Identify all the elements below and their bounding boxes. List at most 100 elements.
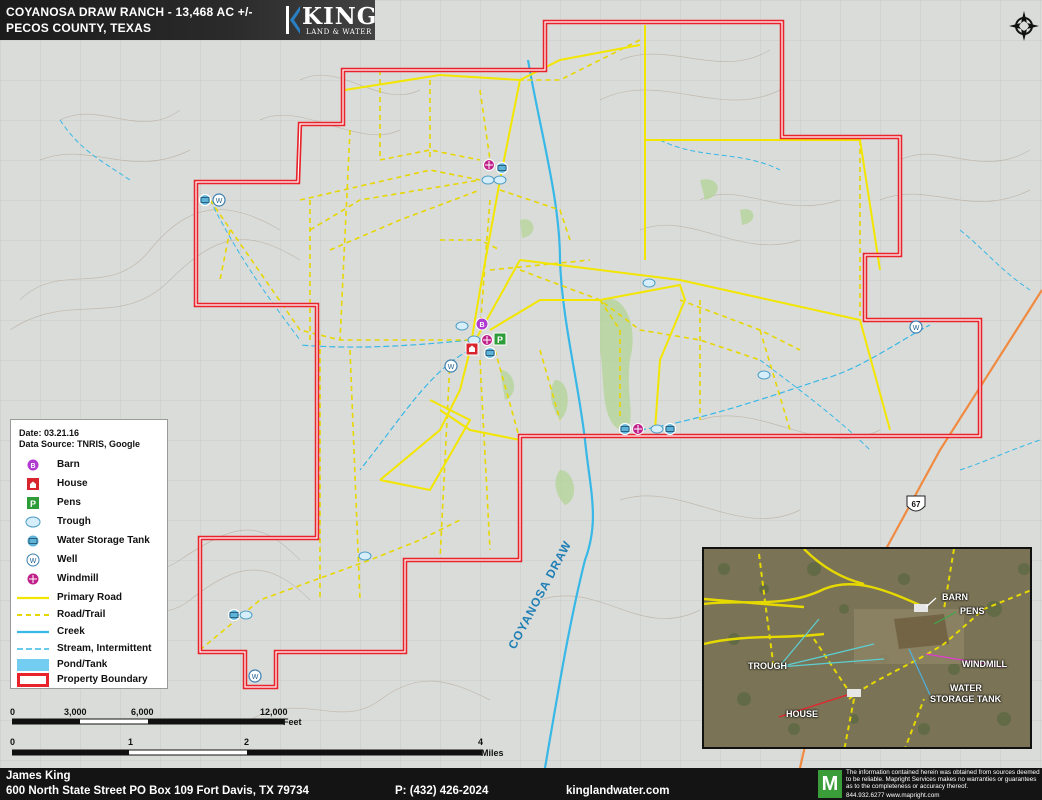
- legend-label: Primary Road: [57, 592, 123, 603]
- legend-item-pond-tank: Pond/Tank: [17, 657, 167, 673]
- title-bar: COYANOSA DRAW RANCH - 13,468 AC +/- PECO…: [0, 0, 376, 40]
- scale-miles-tick-3: 4: [478, 737, 484, 747]
- scale-miles-unit: Miles: [481, 748, 504, 758]
- legend-date: Date: 03.21.16: [19, 428, 80, 438]
- legend-item-stream-intermittent: Stream, Intermittent: [17, 641, 167, 657]
- house-icon: [27, 478, 39, 490]
- legend-item-property-boundary: Property Boundary: [17, 672, 167, 688]
- website-link[interactable]: kinglandwater.com: [566, 785, 670, 797]
- inset-label-barn: BARN: [942, 592, 968, 602]
- water-storage-tank-icon[interactable]: [227, 608, 241, 622]
- svg-text:W: W: [252, 674, 259, 681]
- disclaimer-text: The information contained herein was obt…: [846, 769, 1040, 791]
- inset-label-house: HOUSE: [786, 709, 819, 719]
- water-storage-tank-icon[interactable]: [198, 193, 212, 207]
- mapright-contact: 844.932.6277 www.mapright.com: [846, 792, 940, 799]
- water-storage-tank-icon[interactable]: [663, 422, 677, 436]
- svg-text:P: P: [30, 499, 36, 509]
- svg-text:B: B: [30, 463, 35, 470]
- legend-label: Water Storage Tank: [57, 535, 150, 546]
- stream-intermittent-line: [17, 648, 49, 650]
- water-storage-tank-icon: [26, 534, 40, 548]
- inset-label-windmill: WINDMILL: [962, 659, 1007, 669]
- inset-label-pens: PENS: [960, 606, 985, 616]
- water-storage-tank-icon[interactable]: [483, 346, 497, 360]
- scale-feet-unit: Feet: [283, 717, 302, 727]
- pens-icon[interactable]: P: [493, 332, 507, 346]
- inset-label-trough: TROUGH: [748, 661, 787, 671]
- trough-icon[interactable]: [239, 610, 253, 620]
- highway-shield-number: 67: [912, 500, 921, 509]
- agent-name: James King: [6, 770, 71, 782]
- scale-feet-tick-3: 12,000: [260, 707, 288, 717]
- legend-item-house: House: [17, 476, 167, 492]
- map-legend: Date: 03.21.16 Data Source: TNRIS, Googl…: [10, 419, 168, 689]
- scale-feet-tick-1: 3,000: [64, 707, 87, 717]
- trough-icon[interactable]: [757, 370, 771, 380]
- well-icon[interactable]: W: [212, 193, 226, 207]
- inset-label-storage-tank: STORAGE TANK: [930, 694, 1002, 704]
- svg-text:B: B: [479, 322, 484, 329]
- scale-miles-tick-2: 2: [244, 737, 250, 747]
- mapright-logo-icon: M: [818, 770, 842, 798]
- brand-name: KING: [302, 3, 378, 30]
- windmill-icon[interactable]: [483, 159, 495, 171]
- compass-north-arrow-icon: [1009, 11, 1039, 41]
- legend-item-primary-road: Primary Road: [17, 590, 167, 606]
- primary-road-line: [17, 596, 49, 600]
- legend-label: Pond/Tank: [57, 659, 108, 670]
- well-icon[interactable]: W: [909, 320, 923, 334]
- inset-aerial-view[interactable]: BARN PENS WINDMILL TROUGH WATER STORAGE …: [702, 547, 1032, 749]
- king-land-water-logo: KING LAND & WATER: [282, 3, 376, 37]
- svg-text:W: W: [913, 325, 920, 332]
- legend-item-road-trail: Road/Trail: [17, 607, 167, 623]
- well-icon[interactable]: W: [444, 359, 458, 373]
- trough-icon[interactable]: [493, 175, 507, 185]
- svg-text:P: P: [497, 335, 503, 345]
- legend-label: Stream, Intermittent: [57, 643, 152, 654]
- map-subtitle: PECOS COUNTY, TEXAS: [6, 21, 152, 35]
- barn-icon[interactable]: B: [475, 317, 489, 331]
- map-title: COYANOSA DRAW RANCH - 13,468 AC +/-: [6, 5, 253, 19]
- pens-icon: P: [27, 497, 39, 509]
- trough-icon[interactable]: [642, 278, 656, 288]
- legend-item-water-storage-tank: Water Storage Tank: [17, 533, 167, 549]
- house-icon[interactable]: [465, 342, 479, 356]
- svg-text:W: W: [448, 364, 455, 371]
- inset-label-water: WATER: [950, 683, 982, 693]
- legend-label: Well: [57, 554, 78, 565]
- trough-icon[interactable]: [650, 424, 664, 434]
- windmill-icon[interactable]: [632, 423, 644, 435]
- water-storage-tank-icon[interactable]: [618, 422, 632, 436]
- road-trail-line: [17, 614, 49, 616]
- scale-miles-tick-1: 1: [128, 737, 134, 747]
- legend-label: House: [57, 478, 88, 489]
- water-storage-tank-icon[interactable]: [495, 161, 509, 175]
- scale-miles-tick-0: 0: [10, 737, 16, 747]
- scale-bars: 0 3,000 6,000 12,000 Feet 0 1 2 4 Miles: [0, 700, 520, 764]
- svg-text:W: W: [30, 558, 37, 565]
- legend-label: Windmill: [57, 573, 99, 584]
- windmill-icon[interactable]: [481, 334, 493, 346]
- scale-bar-miles: [12, 749, 482, 756]
- scale-feet-tick-0: 0: [10, 707, 16, 717]
- legend-label: Road/Trail: [57, 609, 106, 620]
- footer-bar: James King 600 North State Street PO Box…: [0, 768, 1042, 800]
- well-icon: W: [26, 553, 40, 567]
- trough-icon[interactable]: [358, 551, 372, 561]
- agent-phone[interactable]: P: (432) 426-2024: [395, 785, 488, 797]
- trough-icon[interactable]: [455, 321, 469, 331]
- inset-aerial-image: [704, 549, 1030, 747]
- well-icon[interactable]: W: [248, 669, 262, 683]
- legend-item-creek: Creek: [17, 624, 167, 640]
- legend-label: Pens: [57, 497, 81, 508]
- legend-item-windmill: Windmill: [17, 571, 167, 587]
- legend-label: Trough: [57, 516, 91, 527]
- property-boundary-swatch: [17, 673, 49, 687]
- trough-icon[interactable]: [481, 175, 495, 185]
- scale-feet-tick-2: 6,000: [131, 707, 154, 717]
- pond-tank-swatch: [17, 659, 49, 671]
- legend-data-source: Data Source: TNRIS, Google: [19, 439, 141, 449]
- svg-text:W: W: [216, 198, 223, 205]
- legend-item-barn: B Barn: [17, 457, 167, 473]
